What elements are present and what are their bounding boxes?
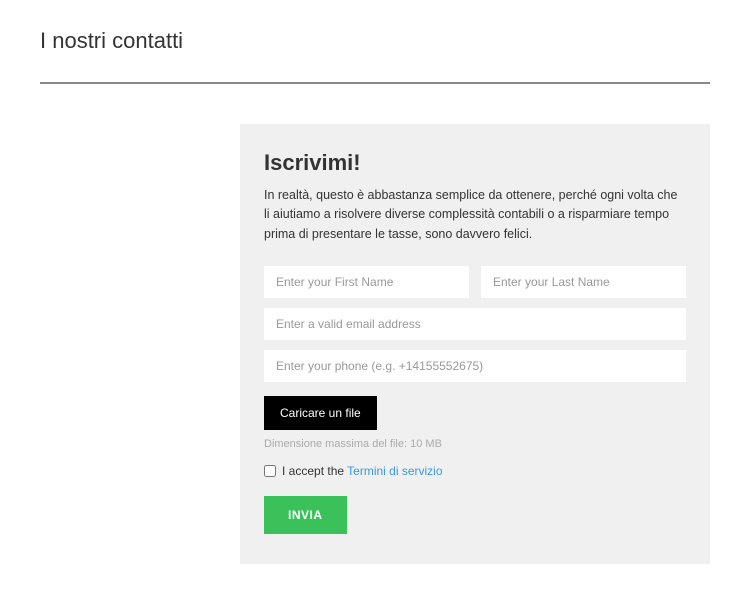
terms-link[interactable]: Termini di servizio — [347, 464, 442, 478]
consent-text: I accept the Termini di servizio — [282, 464, 443, 478]
phone-input[interactable] — [264, 350, 686, 382]
divider — [40, 82, 710, 84]
form-heading: Iscrivimi! — [264, 150, 686, 176]
signup-form-card: Iscrivimi! In realtà, questo è abbastanz… — [240, 124, 710, 564]
submit-button[interactable]: INVIA — [264, 496, 347, 534]
form-description: In realtà, questo è abbastanza semplice … — [264, 186, 686, 244]
left-column — [40, 124, 240, 564]
consent-prefix: I accept the — [282, 464, 347, 478]
upload-file-button[interactable]: Caricare un file — [264, 396, 377, 430]
consent-row: I accept the Termini di servizio — [264, 464, 686, 478]
first-name-input[interactable] — [264, 266, 469, 298]
page-title: I nostri contatti — [40, 28, 710, 54]
file-size-note: Dimensione massima del file: 10 MB — [264, 438, 686, 450]
last-name-input[interactable] — [481, 266, 686, 298]
email-input[interactable] — [264, 308, 686, 340]
consent-checkbox[interactable] — [264, 465, 276, 477]
